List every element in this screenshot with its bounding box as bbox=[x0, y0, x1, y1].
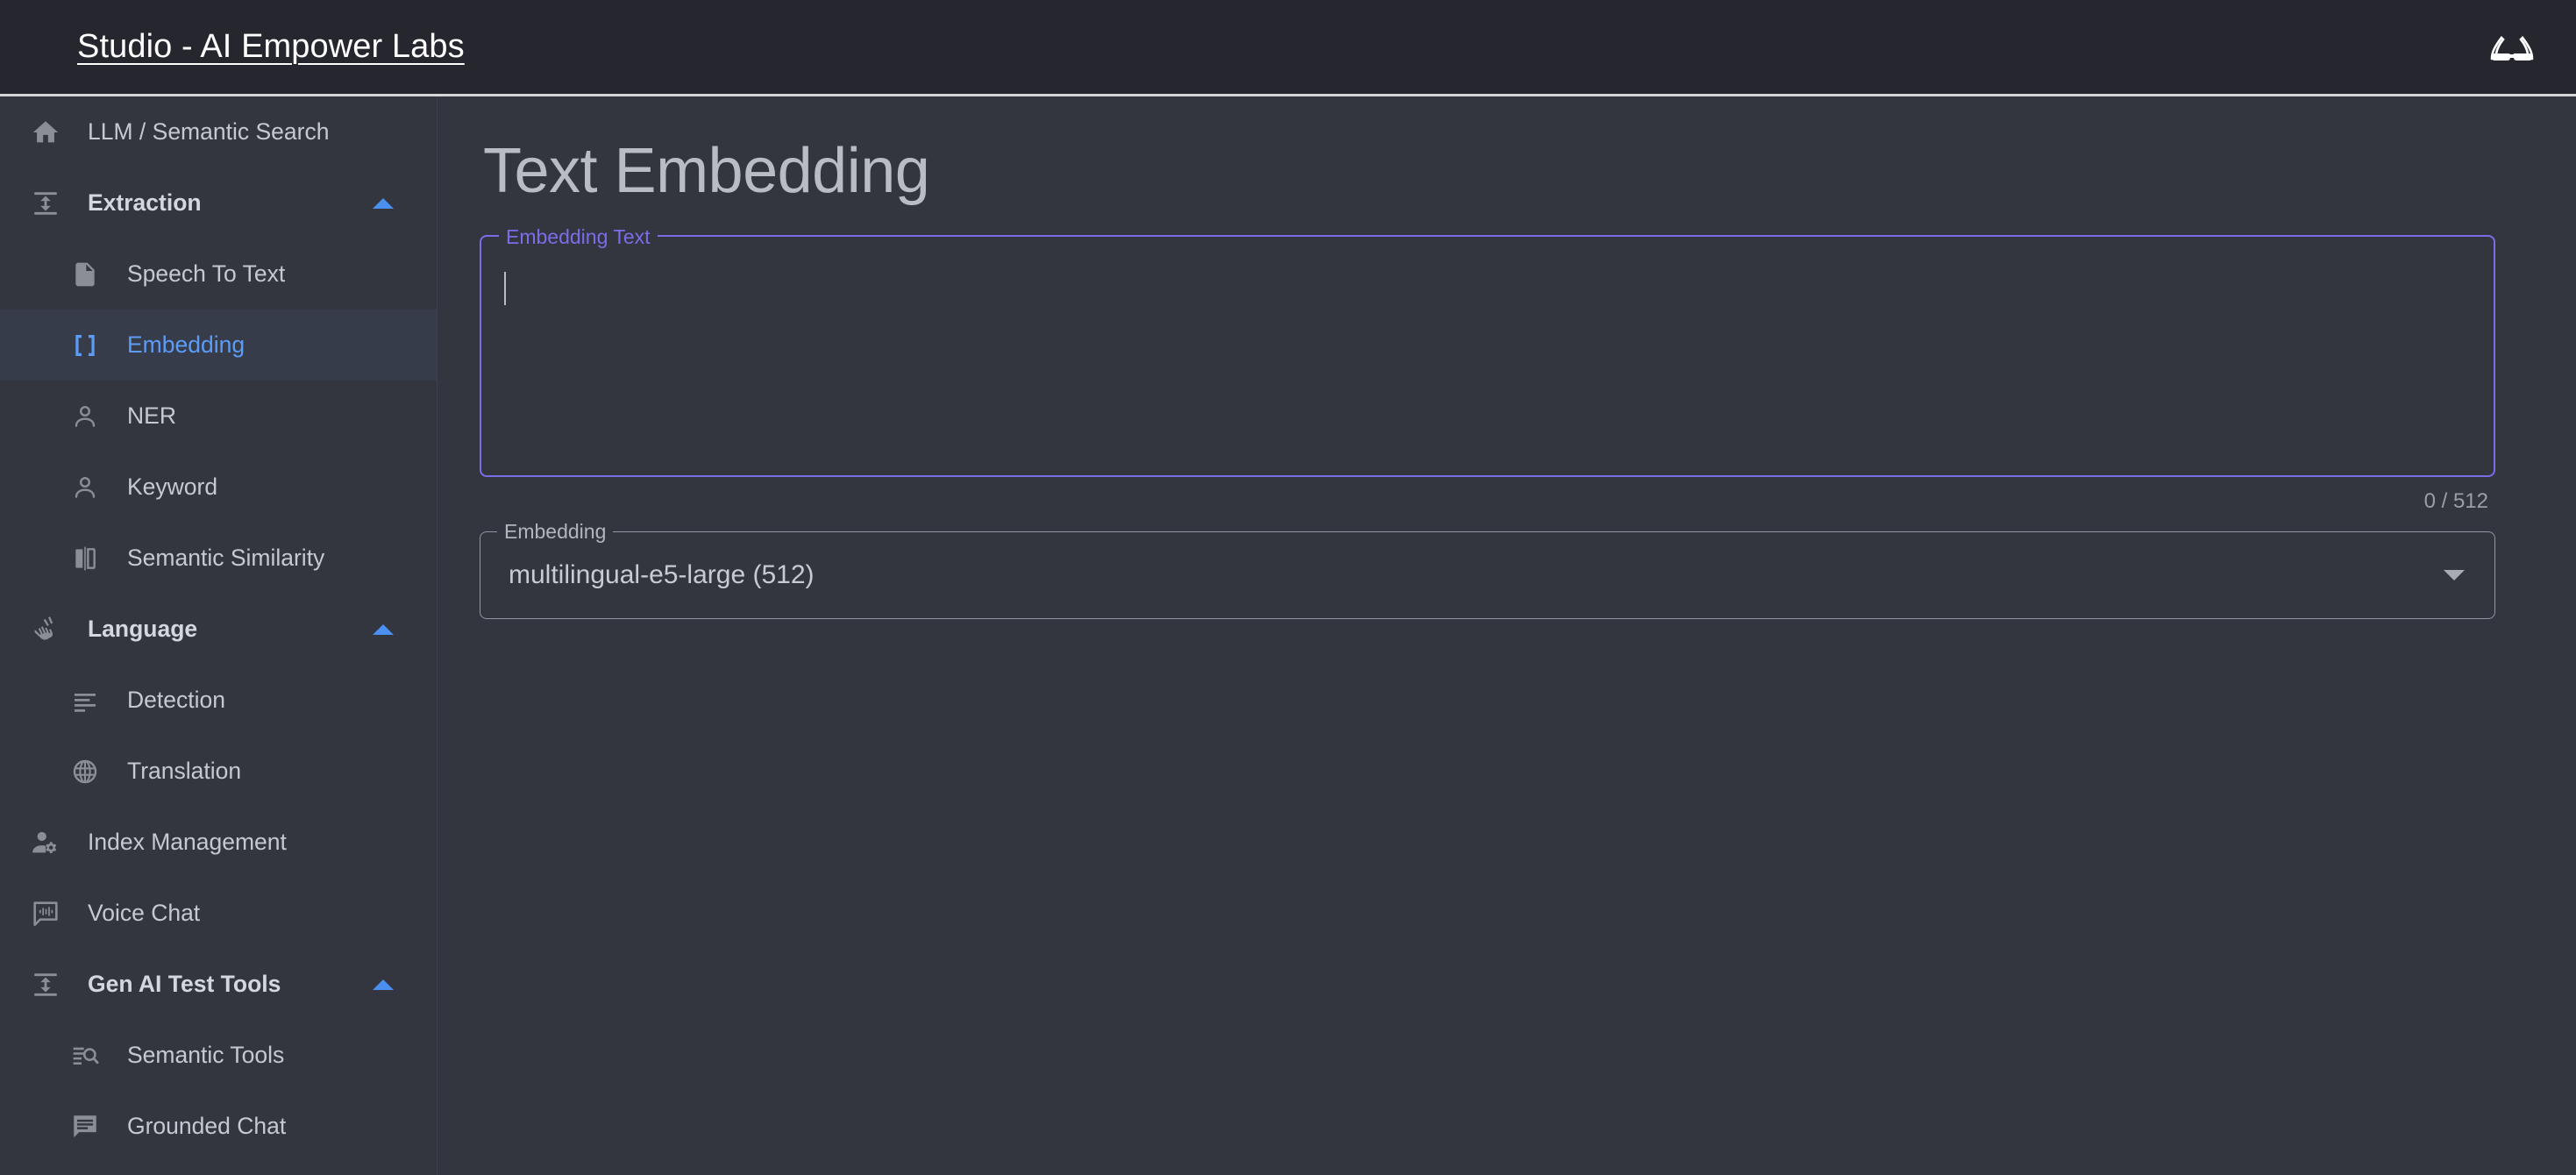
sidebar-item-label: Speech To Text bbox=[127, 260, 286, 287]
page-title: Text Embedding bbox=[483, 136, 930, 206]
sidebar-item-embedding[interactable]: Embedding bbox=[0, 310, 437, 381]
audio-file-icon bbox=[66, 255, 104, 294]
sidebar-item-index-management[interactable]: Index Management bbox=[0, 807, 437, 878]
body-row: LLM / Semantic Search Extraction Speech … bbox=[0, 96, 2576, 1175]
home-icon bbox=[26, 113, 65, 152]
height-icon bbox=[26, 184, 65, 223]
sidebar-item-label: LLM / Semantic Search bbox=[88, 118, 330, 145]
sidebar-item-label: NER bbox=[127, 402, 176, 429]
search-lines-icon bbox=[66, 1036, 104, 1075]
sidebar-item-label: Voice Chat bbox=[88, 900, 201, 926]
brackets-icon bbox=[66, 326, 104, 365]
sidebar-item-label: Keyword bbox=[127, 474, 218, 500]
sidebar-item-label: Detection bbox=[127, 687, 225, 713]
text-caret bbox=[504, 271, 506, 305]
chat-bubble-icon bbox=[66, 1107, 104, 1146]
main-content: Text Embedding Embedding Text 0 / 512 Em… bbox=[438, 96, 2576, 1175]
chevron-up-icon[interactable] bbox=[371, 191, 395, 216]
sidebar-item-ner[interactable]: NER bbox=[0, 381, 437, 452]
chevron-up-icon[interactable] bbox=[371, 617, 395, 642]
sidebar-item-label: Semantic Similarity bbox=[127, 545, 325, 571]
app-title-link[interactable]: Studio - AI Empower Labs bbox=[77, 28, 465, 66]
sidebar-item-translation[interactable]: Translation bbox=[0, 736, 437, 807]
compare-icon bbox=[66, 539, 104, 578]
text-lines-icon bbox=[66, 681, 104, 720]
sidebar-item-label: Semantic Tools bbox=[127, 1042, 285, 1068]
top-header-bar: Studio - AI Empower Labs bbox=[0, 0, 2576, 96]
sidebar-item-voice-chat[interactable]: Voice Chat bbox=[0, 878, 437, 949]
sign-language-icon bbox=[26, 610, 65, 649]
embedding-text-field[interactable]: Embedding Text bbox=[480, 224, 2495, 477]
voice-bubble-icon bbox=[26, 894, 65, 933]
sidebar-item-semantic-similarity[interactable]: Semantic Similarity bbox=[0, 523, 437, 594]
person-icon bbox=[66, 468, 104, 507]
sidebar-group-extraction[interactable]: Extraction bbox=[0, 167, 437, 239]
sidebar-item-label: Index Management bbox=[88, 829, 287, 855]
embedding-text-legend: Embedding Text bbox=[499, 224, 658, 249]
sidebar-item-detection[interactable]: Detection bbox=[0, 665, 437, 736]
sidebar-group-label: Language bbox=[88, 616, 198, 642]
glasses-icon[interactable] bbox=[2487, 22, 2537, 73]
sidebar-item-speech-to-text[interactable]: Speech To Text bbox=[0, 239, 437, 310]
person-gear-icon bbox=[26, 823, 65, 862]
sidebar-item-grounded-chat[interactable]: Grounded Chat bbox=[0, 1091, 437, 1162]
sidebar-group-label: Extraction bbox=[88, 189, 202, 216]
sidebar-item-llm-semantic-search[interactable]: LLM / Semantic Search bbox=[0, 96, 437, 167]
globe-icon bbox=[66, 752, 104, 791]
embedding-model-legend: Embedding bbox=[497, 518, 614, 544]
sidebar-item-semantic-tools[interactable]: Semantic Tools bbox=[0, 1020, 437, 1091]
height-icon bbox=[26, 965, 65, 1004]
sidebar-item-label: Grounded Chat bbox=[127, 1113, 287, 1139]
embedding-model-value: multilingual-e5-large (512) bbox=[509, 559, 815, 589]
person-icon bbox=[66, 397, 104, 436]
character-counter: 0 / 512 bbox=[2423, 488, 2488, 513]
sidebar-navigation: LLM / Semantic Search Extraction Speech … bbox=[0, 96, 438, 1175]
chevron-up-icon[interactable] bbox=[371, 972, 395, 997]
sidebar-group-gen-ai-test-tools[interactable]: Gen AI Test Tools bbox=[0, 949, 437, 1020]
chevron-down-icon[interactable] bbox=[2442, 563, 2466, 588]
sidebar-item-label: Embedding bbox=[127, 331, 246, 358]
sidebar-item-keyword[interactable]: Keyword bbox=[0, 452, 437, 523]
app-root: Studio - AI Empower Labs LLM / Semantic … bbox=[0, 0, 2576, 1175]
sidebar-group-label: Gen AI Test Tools bbox=[88, 971, 281, 997]
sidebar-item-label: Translation bbox=[127, 758, 242, 784]
sidebar-group-language[interactable]: Language bbox=[0, 594, 437, 665]
embedding-model-select[interactable]: Embedding multilingual-e5-large (512) bbox=[480, 518, 2495, 619]
